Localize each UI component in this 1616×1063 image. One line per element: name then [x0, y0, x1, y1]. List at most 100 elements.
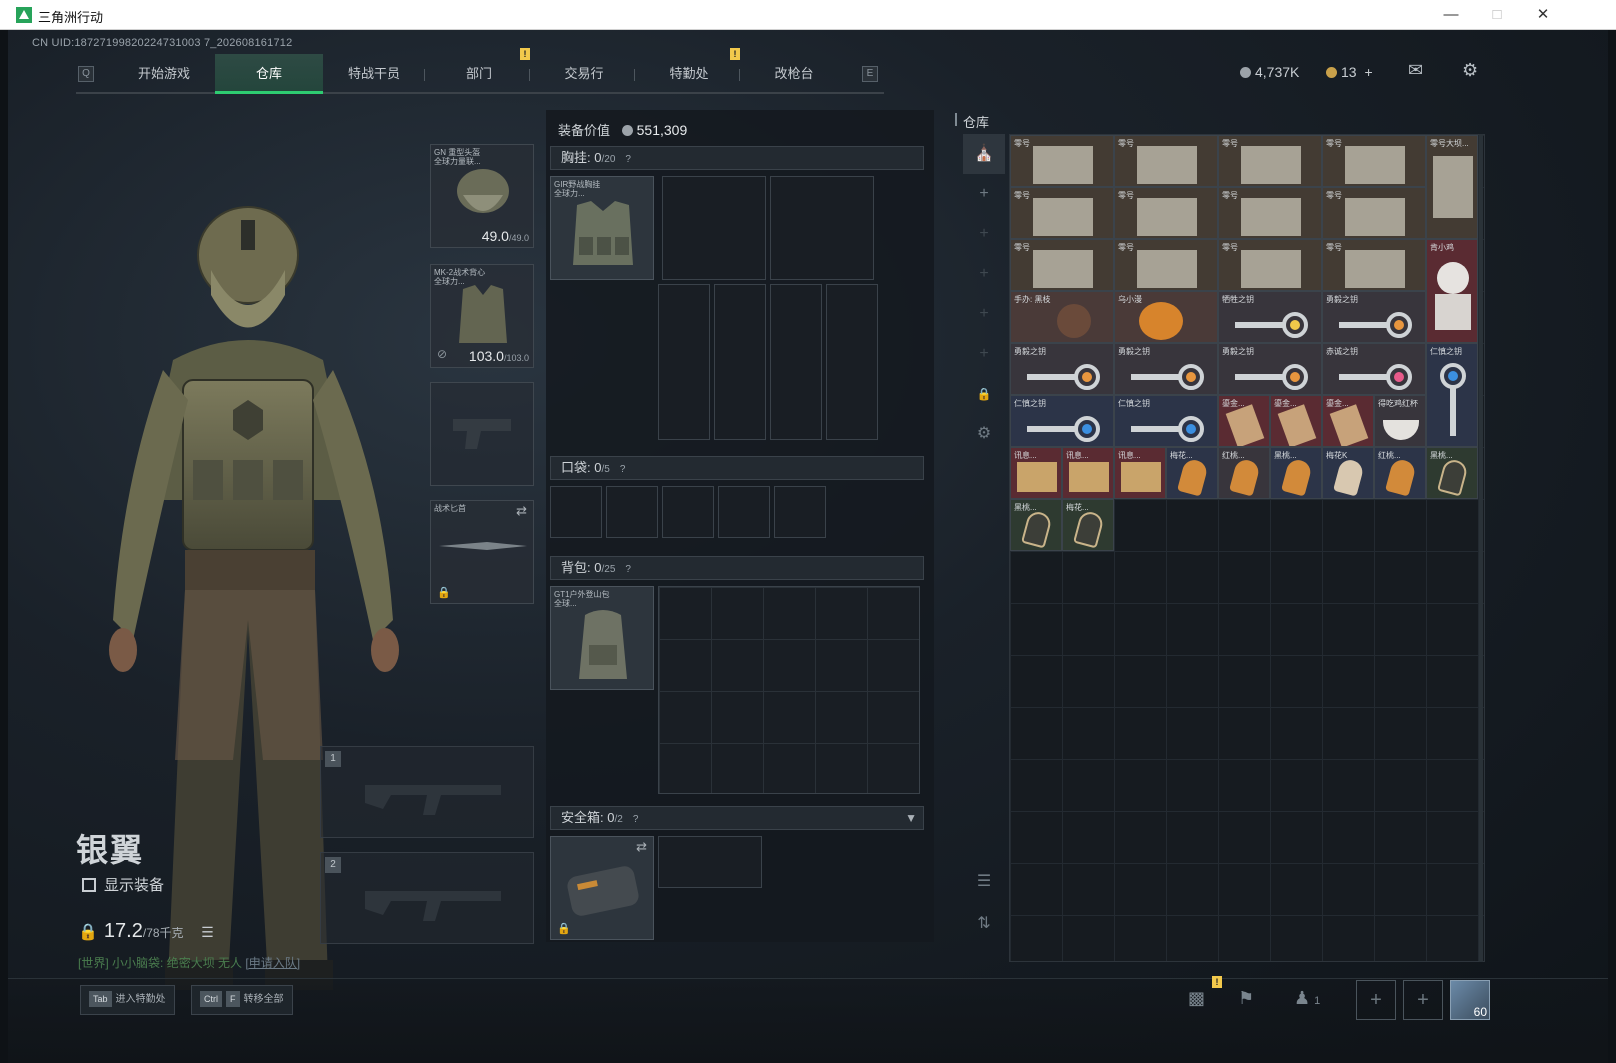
key-item[interactable]: 仁慎之钥	[1426, 343, 1478, 447]
pocket-slot[interactable]	[606, 486, 658, 538]
map-item[interactable]: 零号	[1010, 187, 1114, 239]
weight-details-icon[interactable]: ☰	[201, 924, 214, 940]
key-item[interactable]: 仁慎之钥	[1114, 395, 1218, 447]
pocket-slot[interactable]	[774, 486, 826, 538]
figure-item[interactable]: 手办: 黑枝	[1010, 291, 1114, 343]
tab-department[interactable]: 部门	[425, 54, 533, 94]
card-item[interactable]: 鎏金...	[1322, 395, 1374, 447]
chest-rig-container[interactable]	[662, 176, 766, 280]
map-item[interactable]: 零号	[1114, 239, 1218, 291]
help-icon[interactable]: ?	[625, 149, 631, 171]
card-item[interactable]: 黑桃...	[1270, 447, 1322, 499]
tab-warehouse[interactable]: 仓库	[215, 54, 323, 94]
map-item[interactable]: 零号	[1322, 239, 1426, 291]
add-tab-button[interactable]: +	[963, 334, 1005, 374]
map-item[interactable]: 零号	[1322, 187, 1426, 239]
pocket-slot[interactable]	[550, 486, 602, 538]
warehouse-scrollbar[interactable]	[1479, 134, 1483, 962]
map-item[interactable]: 零号	[1218, 239, 1322, 291]
coin-balance[interactable]: 4,737K	[1240, 64, 1299, 80]
settings-gear-icon[interactable]: ⚙	[1462, 60, 1478, 81]
map-item[interactable]: 零号	[1114, 135, 1218, 187]
card-item[interactable]: 黑桃...	[1010, 499, 1062, 551]
helmet-slot[interactable]: GN 重型头盔 全球力量联... 49.0/49.0	[430, 144, 534, 248]
help-icon[interactable]: ?	[625, 559, 631, 581]
chest-rig-item[interactable]: GIR野战胸挂 全球力...	[550, 176, 654, 280]
stack-layers-icon[interactable]: ☰	[963, 862, 1005, 902]
minimize-button[interactable]: —	[1428, 0, 1474, 30]
add-tab-button[interactable]: +	[963, 294, 1005, 334]
key-item[interactable]: 勇毅之钥	[1010, 343, 1114, 395]
document-item[interactable]: 讯息...	[1010, 447, 1062, 499]
warehouse-all-icon[interactable]: ⛪	[963, 134, 1005, 174]
show-equipment-checkbox[interactable]	[82, 878, 96, 892]
secondary-weapon-slot[interactable]: 2	[320, 852, 534, 944]
document-item[interactable]: 讯息...	[1114, 447, 1166, 499]
add-tab-button[interactable]: +	[963, 254, 1005, 294]
nav-next-key[interactable]: E	[862, 66, 878, 82]
card-item[interactable]: 梅花...	[1166, 447, 1218, 499]
map-item[interactable]: 零号	[1322, 135, 1426, 187]
chest-rig-container[interactable]	[770, 176, 874, 280]
key-item[interactable]: 牺牲之钥	[1218, 291, 1322, 343]
flag-icon[interactable]: ⚑	[1238, 988, 1254, 1009]
tab-market[interactable]: 交易行	[530, 54, 638, 94]
swap-icon[interactable]: ⇄	[516, 503, 527, 519]
key-item[interactable]: 仁慎之钥	[1010, 395, 1114, 447]
figure-item[interactable]: 肯小鸡	[1426, 239, 1478, 343]
map-item[interactable]: 零号	[1010, 239, 1114, 291]
tab-gunsmith[interactable]: 改枪台	[740, 54, 848, 94]
help-icon[interactable]: ?	[620, 459, 626, 481]
close-button[interactable]: ✕	[1520, 0, 1566, 30]
swap-icon[interactable]: ⇄	[636, 839, 647, 855]
warehouse-grid[interactable]: 零号 零号 零号 零号 零号大坝... 零号 零号 零号 零号 零号 零号 零号…	[1009, 134, 1485, 962]
chest-rig-container[interactable]	[826, 284, 878, 440]
sort-icon[interactable]: ⇅	[963, 904, 1005, 944]
show-equipment-toggle[interactable]: 显示装备	[82, 874, 164, 895]
add-tab-button[interactable]: +	[963, 174, 1005, 214]
figure-item[interactable]: 乌小漫	[1114, 291, 1218, 343]
invite-slot-button[interactable]: +	[1403, 980, 1443, 1020]
chest-rig-container[interactable]	[770, 284, 822, 440]
warehouse-settings-icon[interactable]: ⚙	[963, 414, 1005, 454]
card-item[interactable]: 红桃...	[1374, 447, 1426, 499]
help-icon[interactable]: ?	[633, 809, 639, 831]
key-item[interactable]: 勇毅之钥	[1114, 343, 1218, 395]
tab-special-ops[interactable]: 特勤处	[635, 54, 743, 94]
chest-rig-container[interactable]	[714, 284, 766, 440]
chest-rig-container[interactable]	[658, 284, 710, 440]
transfer-all-button[interactable]: Ctrl F 转移全部	[191, 985, 293, 1015]
player-avatar[interactable]: 60	[1450, 980, 1490, 1020]
tab-operators[interactable]: 特战干员	[320, 54, 428, 94]
pocket-slot[interactable]	[662, 486, 714, 538]
nav-prev-key[interactable]: Q	[78, 66, 94, 82]
map-item[interactable]: 零号	[1010, 135, 1114, 187]
key-item[interactable]: 赤诚之钥	[1322, 343, 1426, 395]
card-item[interactable]: 红桃...	[1218, 447, 1270, 499]
ticket-balance[interactable]: 13 +	[1326, 64, 1373, 80]
stats-chart-icon[interactable]: ▩	[1188, 988, 1205, 1009]
mail-icon[interactable]: ✉	[1408, 60, 1423, 81]
pistol-slot[interactable]	[430, 382, 534, 486]
maximize-button[interactable]: □	[1474, 0, 1520, 30]
key-item[interactable]: 勇毅之钥	[1218, 343, 1322, 395]
map-item[interactable]: 零号	[1218, 187, 1322, 239]
add-tab-button[interactable]: +	[963, 214, 1005, 254]
document-item[interactable]: 讯息...	[1062, 447, 1114, 499]
knife-slot[interactable]: 战术匕首 ⇄ 🔒	[430, 500, 534, 604]
backpack-grid[interactable]	[658, 586, 920, 794]
map-item[interactable]: 零号大坝...	[1426, 135, 1478, 239]
enter-special-ops-button[interactable]: Tab 进入特勤处	[80, 985, 175, 1015]
pocket-slot[interactable]	[718, 486, 770, 538]
card-item[interactable]: 鎏金...	[1218, 395, 1270, 447]
card-item[interactable]: 黑桃...	[1426, 447, 1478, 499]
tab-start-game[interactable]: 开始游戏	[110, 54, 218, 94]
safe-box-slot[interactable]	[658, 836, 762, 888]
add-currency-button[interactable]: +	[1364, 64, 1372, 80]
apply-join-link[interactable]: [申请入队]	[245, 956, 300, 970]
card-item[interactable]: 梅花...	[1062, 499, 1114, 551]
backpack-item[interactable]: GT1户外登山包 全球...	[550, 586, 654, 690]
pin-icon[interactable]: ▼	[905, 807, 917, 829]
cup-item[interactable]: 得吃鸡红杯	[1374, 395, 1426, 447]
key-item[interactable]: 勇毅之钥	[1322, 291, 1426, 343]
